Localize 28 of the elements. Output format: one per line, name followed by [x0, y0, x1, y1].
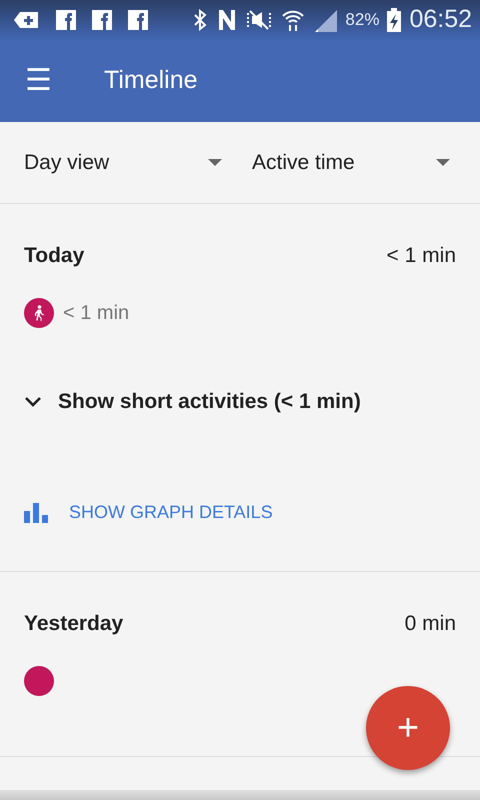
short-activities-toggle[interactable]: Show short activities (< 1 min): [24, 386, 361, 417]
bar-chart-icon: [24, 502, 48, 522]
activity-duration: < 1 min: [63, 300, 130, 326]
facebook-icon: [128, 10, 148, 30]
dropdown[interactable]: Day view: [24, 146, 222, 178]
day-title: Today: [24, 243, 84, 269]
caret-icon: [436, 159, 450, 166]
battery-level: 82%: [345, 9, 380, 32]
signal-icon: [313, 8, 338, 32]
dropdown[interactable]: Active time: [252, 146, 450, 178]
wifi-icon: [281, 8, 306, 32]
page-title: Timeline: [104, 65, 198, 96]
clock: 06:52: [409, 4, 472, 36]
battery-charging-icon: [387, 8, 402, 32]
notification-icon: [14, 10, 40, 30]
graph-details-link[interactable]: SHOW GRAPH DETAILS: [24, 499, 273, 526]
day-title: Yesterday: [24, 611, 124, 637]
day-total: 0 min: [404, 611, 456, 637]
caret-icon: [208, 159, 222, 166]
facebook-icon: [56, 10, 76, 30]
day-total: < 1 min: [386, 243, 456, 269]
add-button[interactable]: +: [366, 686, 450, 770]
walking-icon: [33, 304, 45, 320]
chevron-icon: [24, 394, 42, 408]
menu-button[interactable]: ☰: [25, 66, 52, 96]
bluetooth-icon: [193, 9, 208, 31]
mute-icon: [245, 9, 274, 31]
facebook-icon: [92, 10, 112, 30]
